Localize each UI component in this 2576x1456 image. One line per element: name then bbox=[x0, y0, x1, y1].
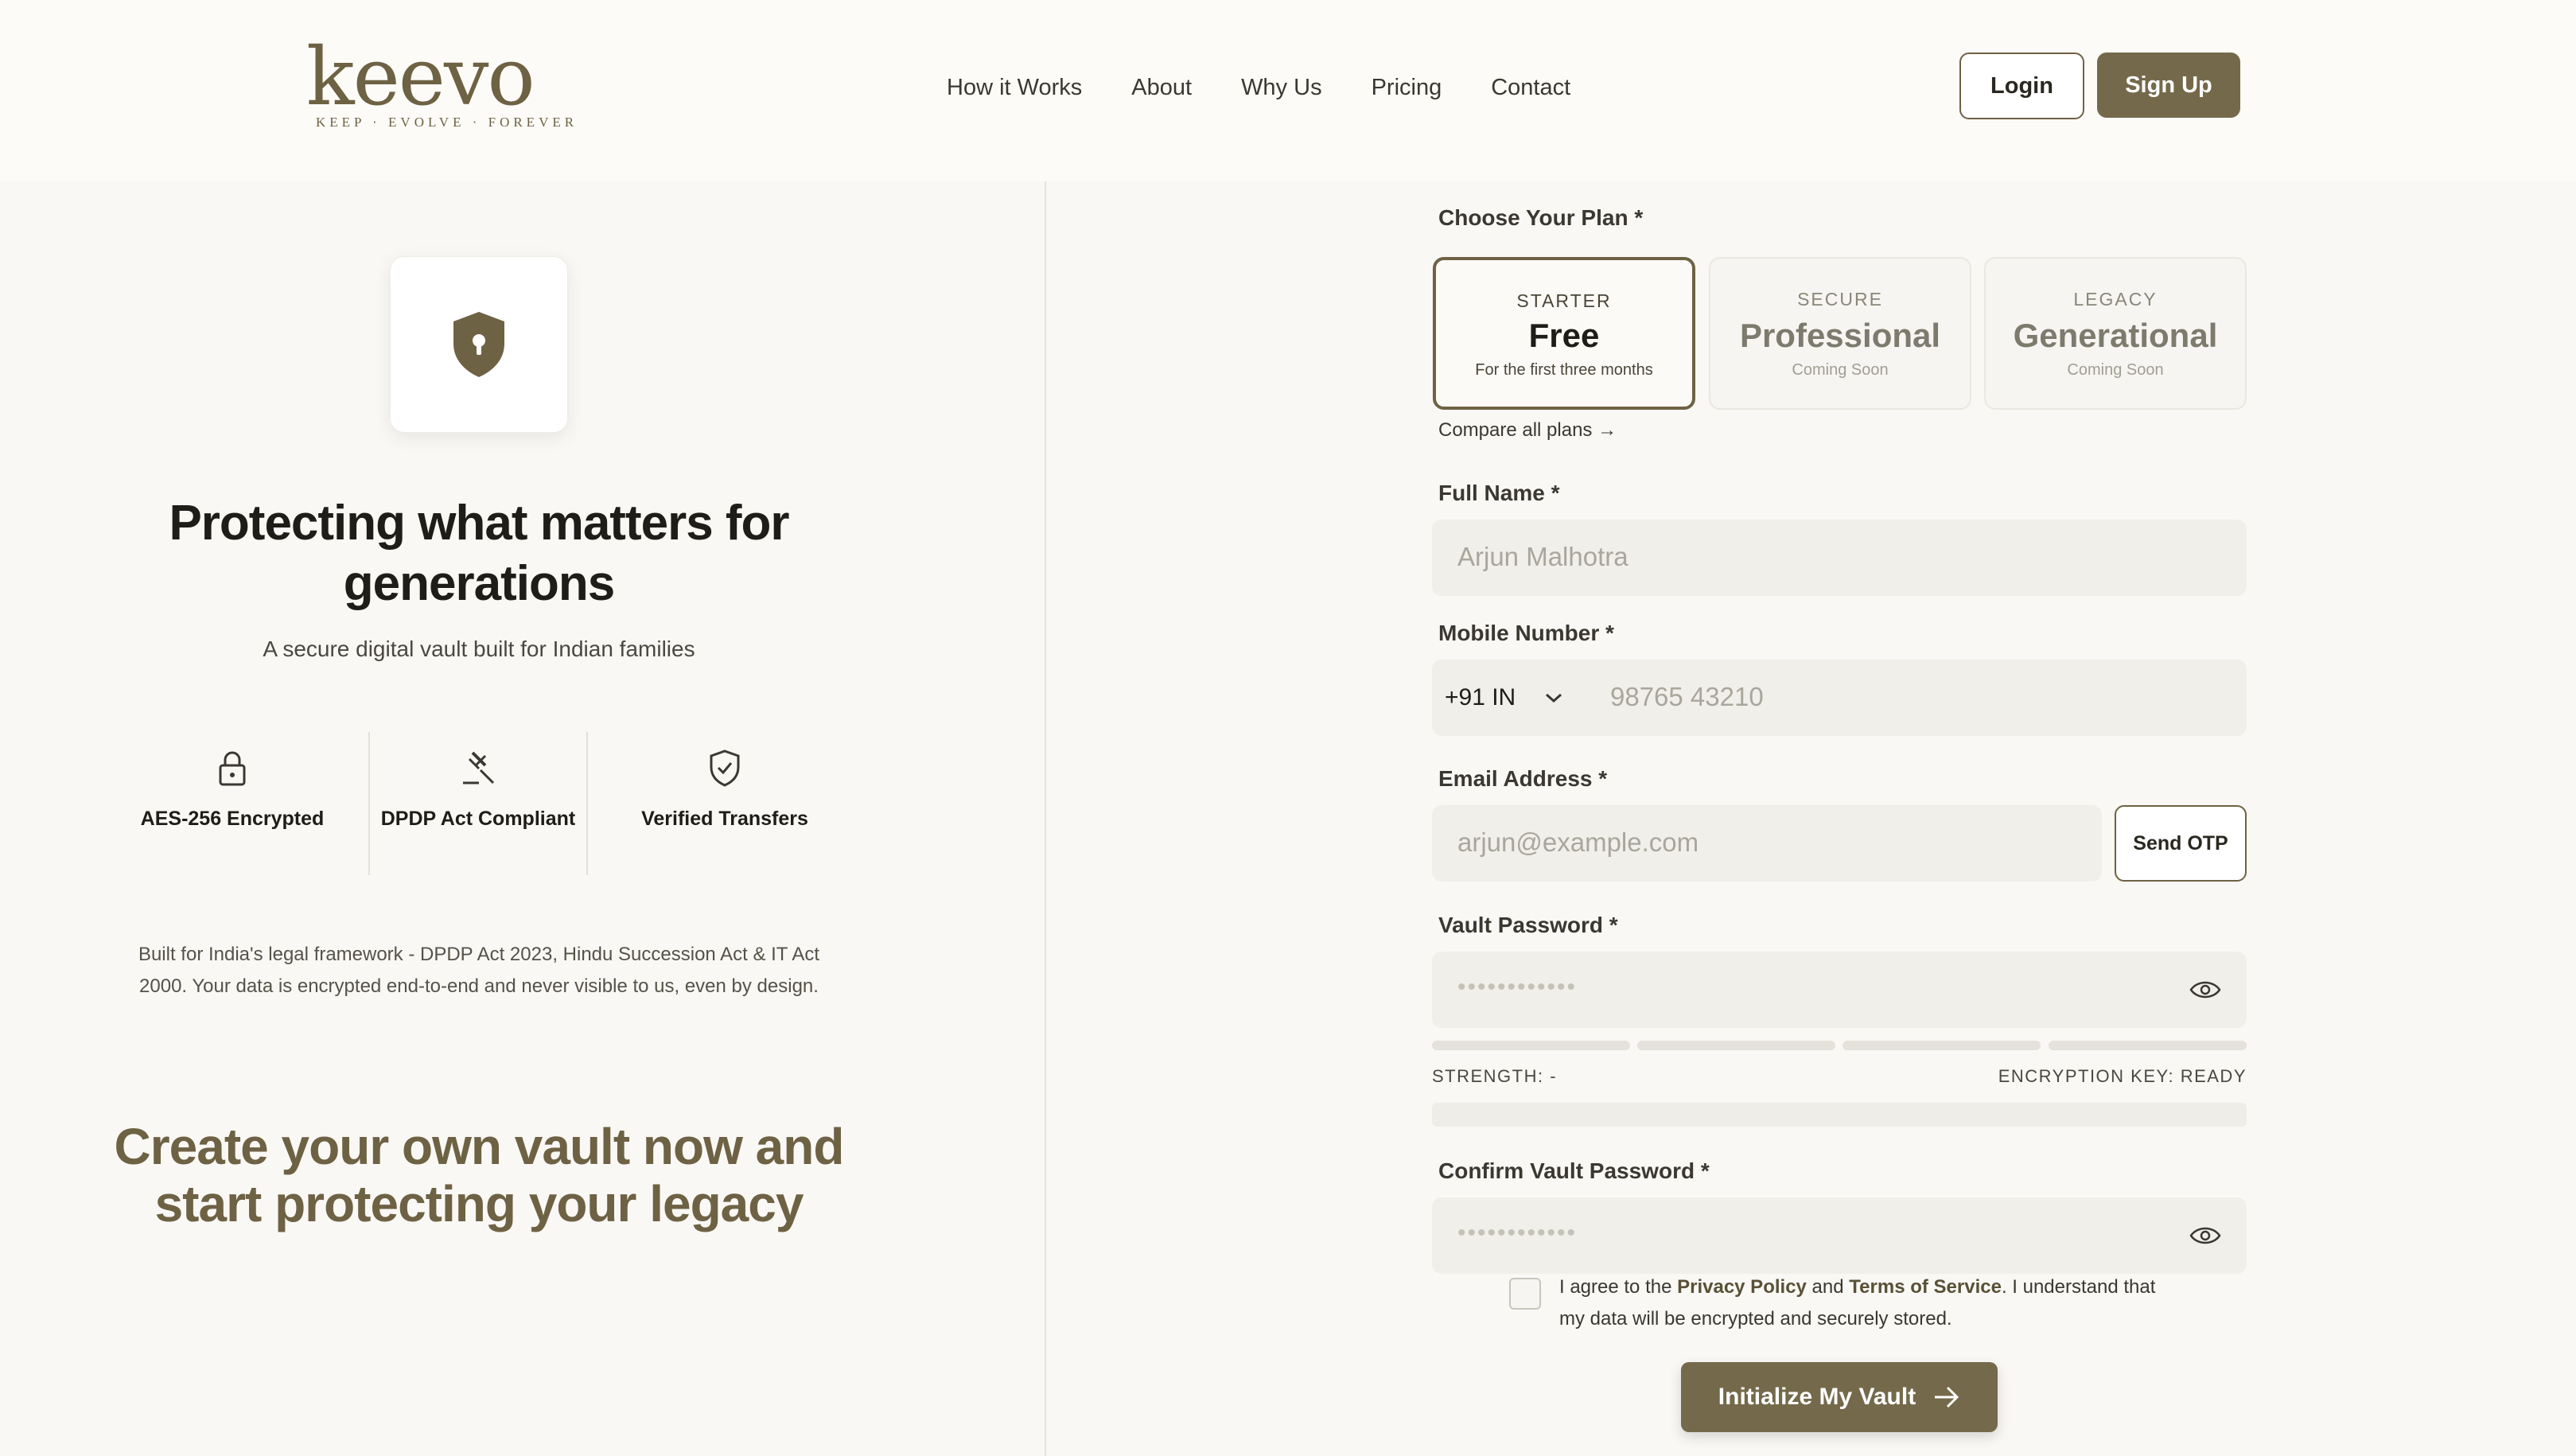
mobile-input[interactable]: 98765 43210 bbox=[1610, 682, 1764, 712]
password-masked: •••••••••••• bbox=[1457, 974, 1578, 1000]
feature-verified: Verified Transfers bbox=[625, 748, 824, 831]
hero-subline: A secure digital vault built for Indian … bbox=[263, 637, 695, 661]
plan-name: Generational bbox=[2013, 317, 2218, 354]
email-placeholder: arjun@example.com bbox=[1457, 827, 1699, 857]
strength-segment bbox=[1843, 1041, 2041, 1050]
gavel-icon bbox=[463, 751, 495, 784]
encryption-key-bar bbox=[1432, 1103, 2247, 1127]
confirm-password-masked: •••••••••••• bbox=[1457, 1220, 1578, 1246]
plan-card-starter[interactable]: STARTER Free For the first three months bbox=[1433, 257, 1695, 410]
brand-logo[interactable]: keevo KEEP · EVOLVE · FOREVER bbox=[306, 30, 574, 137]
mobile-label: Mobile Number * bbox=[1438, 621, 1614, 645]
password-label: Vault Password * bbox=[1438, 913, 1618, 937]
logo-wordmark: keevo bbox=[306, 30, 535, 123]
plan-label: Choose Your Plan * bbox=[1438, 205, 1644, 230]
strength-segment bbox=[2049, 1041, 2247, 1050]
email-input[interactable]: arjun@example.com bbox=[1432, 805, 2102, 882]
terms-link[interactable]: Terms of Service bbox=[1849, 1276, 2002, 1298]
encryption-status: ENCRYPTION KEY: READY bbox=[1998, 1066, 2247, 1086]
nav-pricing[interactable]: Pricing bbox=[1372, 70, 1442, 105]
legal-note: Built for India's legal framework - DPDP… bbox=[138, 944, 820, 997]
panel-divider bbox=[1045, 181, 1046, 1456]
feature-divider bbox=[586, 732, 588, 875]
plan-card-legacy[interactable]: LEGACY Generational Coming Soon bbox=[1984, 257, 2247, 410]
nav-how-it-works[interactable]: How it Works bbox=[947, 70, 1082, 105]
eye-icon[interactable] bbox=[2189, 979, 2221, 1001]
initialize-vault-button[interactable]: Initialize My Vault bbox=[1681, 1362, 1998, 1432]
plan-subtitle: Coming Soon bbox=[2067, 361, 2164, 379]
nav-contact[interactable]: Contact bbox=[1491, 70, 1570, 105]
plan-tier: LEGACY bbox=[2073, 289, 2158, 309]
nav-why-us[interactable]: Why Us bbox=[1241, 70, 1322, 105]
nav-about[interactable]: About bbox=[1131, 70, 1192, 105]
hero-headline: Protecting what matters for generations bbox=[169, 496, 789, 611]
confirm-password-input[interactable]: •••••••••••• bbox=[1432, 1197, 2247, 1274]
privacy-policy-link[interactable]: Privacy Policy bbox=[1677, 1276, 1807, 1298]
feature-label: Verified Transfers bbox=[641, 808, 808, 830]
plan-tier: STARTER bbox=[1516, 290, 1612, 311]
top-header: keevo KEEP · EVOLVE · FOREVER How it Wor… bbox=[0, 0, 2576, 181]
login-button[interactable]: Login bbox=[1959, 53, 2084, 119]
plan-tier: SECURE bbox=[1797, 289, 1883, 309]
shield-lock-icon bbox=[453, 312, 504, 377]
mobile-field: +91 IN 98765 43210 bbox=[1432, 660, 2247, 736]
feature-compliant: DPDP Act Compliant bbox=[379, 748, 578, 831]
logo-tagline: KEEP · EVOLVE · FOREVER bbox=[316, 115, 578, 130]
cta-headline: Create your own vault now and start prot… bbox=[114, 1118, 845, 1232]
feature-encrypted: AES-256 Encrypted bbox=[133, 748, 332, 831]
agree-pre: I agree to the bbox=[1559, 1276, 1678, 1298]
agree-and: and bbox=[1806, 1276, 1850, 1298]
agree-text: I agree to the Privacy Policy and Terms … bbox=[1559, 1271, 2164, 1335]
agree-checkbox[interactable] bbox=[1509, 1278, 1541, 1310]
full-name-placeholder: Arjun Malhotra bbox=[1457, 542, 1628, 571]
country-code-select[interactable]: +91 IN bbox=[1445, 660, 1588, 736]
email-label: Email Address * bbox=[1438, 766, 1608, 791]
main-nav: How it Works About Why Us Pricing Contac… bbox=[947, 70, 1620, 105]
plan-subtitle: For the first three months bbox=[1475, 361, 1653, 379]
shield-check-icon bbox=[710, 749, 740, 787]
confirm-password-label: Confirm Vault Password * bbox=[1438, 1158, 1710, 1183]
shield-card bbox=[390, 256, 568, 433]
full-name-label: Full Name * bbox=[1438, 481, 1560, 505]
feature-divider bbox=[368, 732, 370, 875]
initialize-vault-label: Initialize My Vault bbox=[1718, 1384, 1916, 1410]
strength-text: STRENGTH: - bbox=[1432, 1066, 1558, 1086]
compare-plans-link[interactable]: Compare all plans → bbox=[1438, 419, 1617, 442]
country-code-value: +91 IN bbox=[1445, 684, 1516, 710]
eye-icon[interactable] bbox=[2189, 1224, 2221, 1247]
signup-button[interactable]: Sign Up bbox=[2097, 53, 2240, 118]
strength-segment bbox=[1637, 1041, 1835, 1050]
feature-label: AES-256 Encrypted bbox=[140, 808, 325, 830]
chevron-down-icon bbox=[1546, 693, 1562, 703]
arrow-right-icon bbox=[1935, 1386, 1959, 1408]
plan-card-secure[interactable]: SECURE Professional Coming Soon bbox=[1709, 257, 1971, 410]
password-input[interactable]: •••••••••••• bbox=[1432, 952, 2247, 1028]
feature-label: DPDP Act Compliant bbox=[380, 808, 576, 830]
send-otp-button[interactable]: Send OTP bbox=[2115, 805, 2247, 882]
plan-name: Professional bbox=[1739, 317, 1941, 354]
padlock-icon bbox=[219, 751, 246, 786]
plan-name: Free bbox=[1528, 317, 1600, 354]
strength-segment bbox=[1432, 1041, 1630, 1050]
full-name-input[interactable]: Arjun Malhotra bbox=[1432, 520, 2247, 596]
plan-subtitle: Coming Soon bbox=[1792, 361, 1889, 379]
